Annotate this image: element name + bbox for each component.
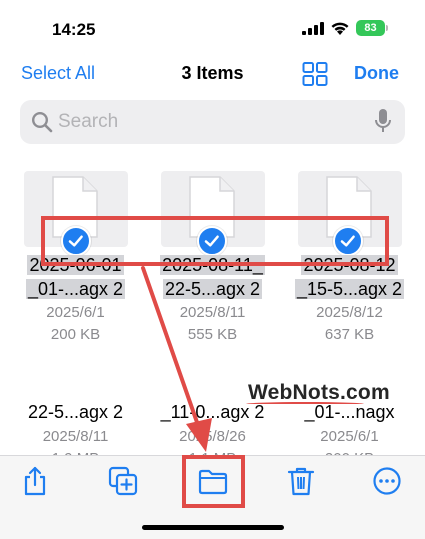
wifi-icon — [331, 22, 349, 35]
grid-view-icon[interactable] — [302, 62, 328, 86]
folder-button-highlight-box — [182, 455, 245, 508]
cellular-signal-icon — [302, 22, 324, 35]
search-input[interactable] — [58, 108, 358, 136]
file-size: 200 KB — [50, 326, 101, 343]
file-size: 555 KB — [187, 326, 238, 343]
file-date: 2025/6/1 — [46, 304, 105, 321]
file-date: 2025/6/1 — [320, 428, 379, 445]
home-indicator — [142, 525, 284, 530]
file-date: 2025/8/12 — [316, 304, 383, 321]
share-icon[interactable] — [20, 466, 50, 496]
duplicate-icon[interactable] — [108, 466, 138, 496]
watermark-underline — [246, 402, 364, 406]
file-date: 2025/8/11 — [179, 304, 246, 321]
file-date: 2025/8/26 — [179, 428, 246, 445]
microphone-icon[interactable] — [374, 108, 392, 134]
battery-tip — [386, 25, 388, 31]
battery-indicator: 83 — [356, 20, 385, 36]
search-icon — [31, 111, 53, 133]
trash-icon[interactable] — [286, 466, 316, 496]
more-icon[interactable] — [372, 466, 402, 496]
select-all-button[interactable]: Select All — [21, 63, 95, 84]
done-button[interactable]: Done — [354, 63, 399, 84]
selection-highlight-box — [41, 216, 389, 266]
file-size: 637 KB — [324, 326, 375, 343]
status-time: 14:25 — [52, 20, 96, 39]
page-title: 3 Items — [181, 63, 244, 83]
file-date: 2025/8/11 — [42, 428, 109, 445]
file-name: 22-5...agx 2 — [27, 402, 124, 422]
